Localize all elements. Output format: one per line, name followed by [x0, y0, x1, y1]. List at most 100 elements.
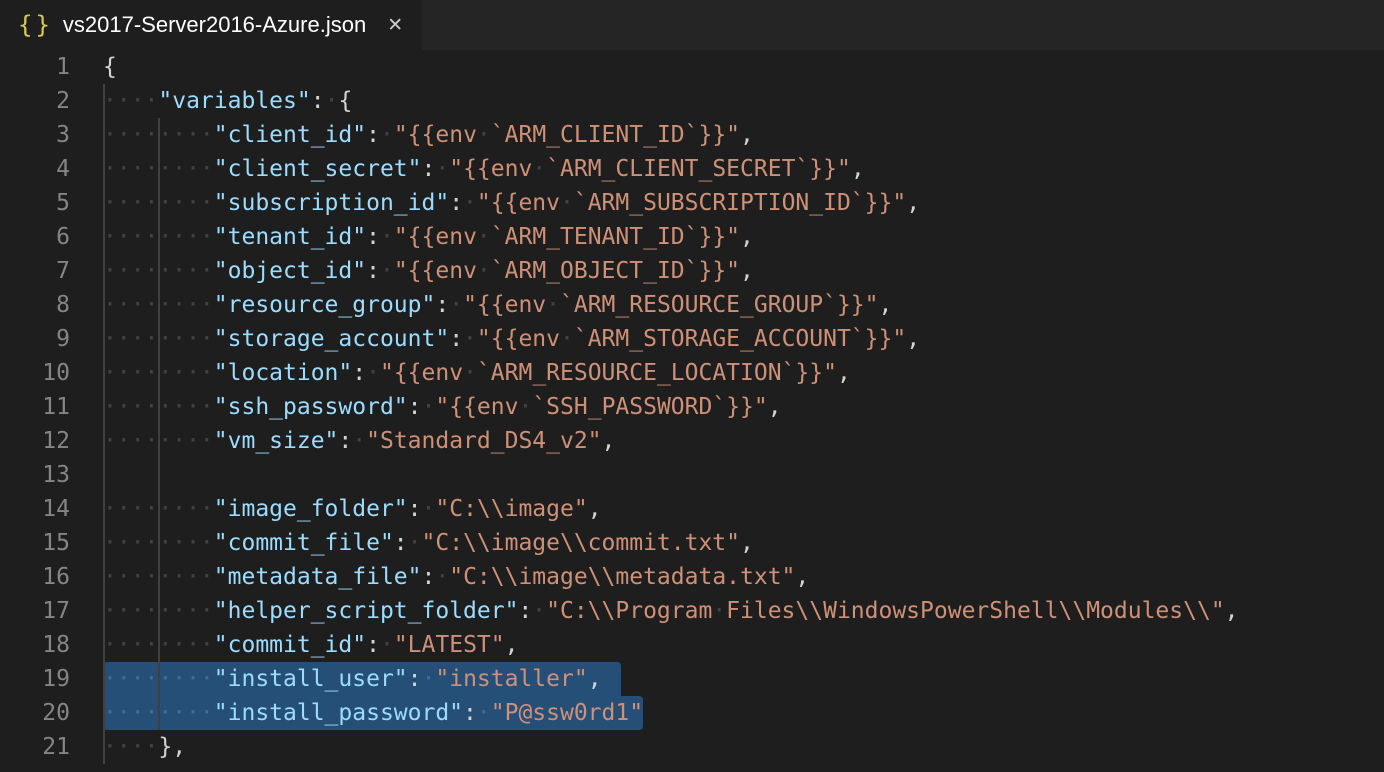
code-token: { [338, 88, 352, 114]
code-token: "{{env [449, 156, 532, 182]
line-number[interactable]: 6 [0, 220, 70, 254]
tab-bar: {} vs2017-Server2016-Azure.json ✕ [0, 0, 1384, 50]
line-number[interactable]: 17 [0, 594, 70, 628]
code-line[interactable]: 2 ····"variables":·{ [0, 84, 1384, 118]
code-token: `ARM_RESOURCE_LOCATION`}}" [477, 360, 837, 386]
code-token: , [768, 394, 782, 420]
code-token: : [449, 190, 463, 216]
code-line-content: ····"variables":·{ [103, 84, 352, 118]
code-token: : [352, 360, 366, 386]
code-token: · [380, 258, 394, 284]
line-number[interactable]: 14 [0, 492, 70, 526]
code-token: · [463, 360, 477, 386]
line-number[interactable]: 18 [0, 628, 70, 662]
line-number[interactable]: 1 [0, 50, 70, 84]
code-token: , [740, 530, 754, 556]
code-token: "image_folder" [214, 496, 408, 522]
line-number[interactable]: 9 [0, 322, 70, 356]
code-line-content: ········"client_id":·"{{env·`ARM_CLIENT_… [103, 118, 754, 152]
line-number[interactable]: 19 [0, 662, 70, 696]
code-token: , [505, 632, 519, 658]
code-token: , [1225, 598, 1239, 624]
code-token: "C:\\Program [546, 598, 712, 624]
line-number[interactable]: 21 [0, 730, 70, 764]
code-token: ···· [103, 88, 158, 114]
code-line[interactable]: 4········"client_secret":·"{{env·`ARM_CL… [0, 152, 1384, 186]
code-line[interactable]: 10········"location":·"{{env·`ARM_RESOUR… [0, 356, 1384, 390]
code-line-content: ········"vm_size":·"Standard_DS4_v2", [103, 424, 615, 458]
code-editor[interactable]: 1{2····"variables":·{3········"client_id… [0, 50, 1384, 772]
code-token: : [366, 632, 380, 658]
code-token: "subscription_id" [214, 190, 449, 216]
code-token: · [422, 666, 436, 692]
code-token: , [851, 156, 865, 182]
code-token: : [463, 700, 477, 726]
code-token: `SSH_PASSWORD`}}" [532, 394, 767, 420]
code-token: , [740, 258, 754, 284]
code-line[interactable]: 21 ····}, [0, 730, 1384, 764]
code-line-content: ········"commit_file":·"C:\\image\\commi… [103, 526, 754, 560]
code-line[interactable]: 5········"subscription_id":·"{{env·`ARM_… [0, 186, 1384, 220]
code-line[interactable]: 17········"helper_script_folder":·"C:\\P… [0, 594, 1384, 628]
code-line-content: ········"storage_account":·"{{env·`ARM_S… [103, 322, 920, 356]
code-line[interactable]: 20········"install_password":·"P@ssw0rd1… [0, 696, 1384, 730]
line-number[interactable]: 13 [0, 458, 70, 492]
code-token: : [408, 666, 422, 692]
code-token: : [366, 224, 380, 250]
code-token: · [380, 632, 394, 658]
code-line[interactable]: 7········"object_id":·"{{env·`ARM_OBJECT… [0, 254, 1384, 288]
line-number[interactable]: 5 [0, 186, 70, 220]
code-token: · [477, 258, 491, 284]
code-line[interactable]: 3 ········"client_id":·"{{env·`ARM_CLIENT… [0, 118, 1384, 152]
code-token: "install_password" [214, 700, 463, 726]
code-token: `ARM_STORAGE_ACCOUNT`}}" [574, 326, 906, 352]
code-token: · [380, 224, 394, 250]
close-icon[interactable]: ✕ [384, 14, 406, 37]
code-token: "{{env [463, 292, 546, 318]
code-token: `ARM_CLIENT_SECRET`}}" [546, 156, 851, 182]
code-line[interactable]: 13 [0, 458, 1384, 492]
code-token: : [422, 156, 436, 182]
code-token: "{{env [394, 224, 477, 250]
line-number[interactable]: 16 [0, 560, 70, 594]
code-token: , [906, 190, 920, 216]
code-line[interactable]: 19 ········"install_user":·"installer", [0, 662, 1384, 696]
code-line[interactable]: 6········"tenant_id":·"{{env·`ARM_TENANT… [0, 220, 1384, 254]
code-lines: 1{2····"variables":·{3········"client_id… [0, 50, 1384, 764]
code-token: · [477, 700, 491, 726]
line-number[interactable]: 4 [0, 152, 70, 186]
code-line[interactable]: 11········"ssh_password":·"{{env·`SSH_PA… [0, 390, 1384, 424]
code-token: : [518, 598, 532, 624]
code-line-content: ····}, [103, 730, 186, 764]
tab-vs2017-server2016-azure-json[interactable]: {} vs2017-Server2016-Azure.json ✕ [0, 0, 422, 50]
line-number[interactable]: 3 [0, 118, 70, 152]
code-token: , [740, 224, 754, 250]
code-line[interactable]: 8········"resource_group":·"{{env·`ARM_R… [0, 288, 1384, 322]
code-token: `ARM_TENANT_ID`}}" [491, 224, 740, 250]
code-line[interactable]: 1{ [0, 50, 1384, 84]
code-token: : [366, 258, 380, 284]
line-number[interactable]: 2 [0, 84, 70, 118]
code-line[interactable]: 12 ········"vm_size":·"Standard_DS4_v2", [0, 424, 1384, 458]
code-line[interactable]: 15 ········"commit_file":·"C:\\image\\com… [0, 526, 1384, 560]
line-number[interactable]: 11 [0, 390, 70, 424]
line-number[interactable]: 12 [0, 424, 70, 458]
code-line[interactable]: 16········"metadata_file":·"C:\\image\\m… [0, 560, 1384, 594]
code-token: · [560, 326, 574, 352]
code-token: : [408, 394, 422, 420]
code-line[interactable]: 18········"commit_id":·"LATEST", [0, 628, 1384, 662]
line-number[interactable]: 10 [0, 356, 70, 390]
line-number[interactable]: 15 [0, 526, 70, 560]
code-token: "{{env [477, 190, 560, 216]
selection-highlight: ········"install_user":·"installer", [103, 662, 621, 696]
indent-guide [158, 118, 160, 730]
code-token: ···· [103, 734, 158, 760]
code-token: · [560, 190, 574, 216]
code-line-content: ········"image_folder":·"C:\\image", [103, 492, 602, 526]
code-line[interactable]: 14 ········"image_folder":·"C:\\image", [0, 492, 1384, 526]
line-number[interactable]: 8 [0, 288, 70, 322]
line-number[interactable]: 7 [0, 254, 70, 288]
code-token: · [408, 530, 422, 556]
code-line[interactable]: 9 ········"storage_account":·"{{env·`ARM_… [0, 322, 1384, 356]
line-number[interactable]: 20 [0, 696, 70, 730]
